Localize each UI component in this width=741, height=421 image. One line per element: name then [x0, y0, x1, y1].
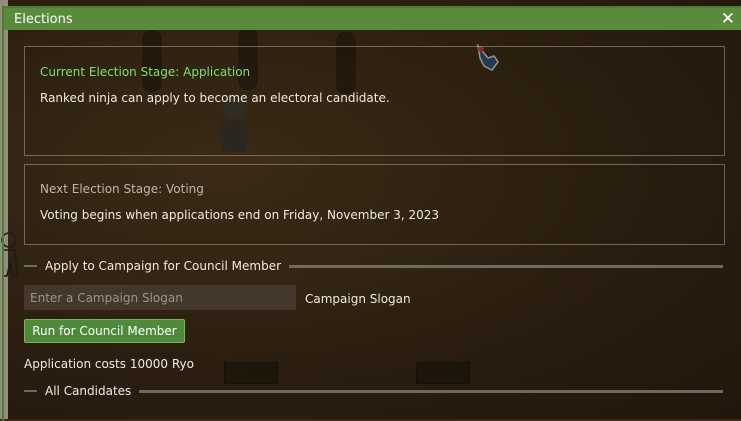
current-stage-heading: Current Election Stage: Application	[40, 65, 251, 79]
apply-heading-text: Apply to Campaign for Council Member	[45, 259, 282, 273]
campaign-slogan-input[interactable]	[24, 285, 296, 310]
application-cost-text: Application costs 10000 Ryo	[24, 357, 194, 371]
elections-window: Elections ✕ Current Election Stage: Appl…	[2, 6, 741, 421]
candidates-heading-text: All Candidates	[45, 384, 132, 398]
run-for-council-button[interactable]: Run for Council Member	[24, 319, 185, 343]
close-icon[interactable]: ✕	[721, 10, 735, 28]
heading-divider	[24, 390, 37, 392]
heading-divider	[24, 265, 37, 267]
heading-divider	[289, 264, 723, 268]
apply-section-heading: Apply to Campaign for Council Member	[24, 258, 723, 274]
current-stage-panel: Current Election Stage: Application Rank…	[24, 46, 725, 156]
next-stage-description: Voting begins when applications end on F…	[40, 208, 440, 222]
next-stage-heading: Next Election Stage: Voting	[40, 182, 204, 196]
candidates-section-heading: All Candidates	[24, 383, 723, 399]
campaign-slogan-label: Campaign Slogan	[305, 292, 411, 306]
window-title: Elections	[14, 11, 73, 27]
heading-divider	[139, 389, 723, 393]
window-title-bar[interactable]: Elections ✕	[4, 8, 741, 30]
next-stage-panel: Next Election Stage: Voting Voting begin…	[24, 164, 725, 245]
current-stage-description: Ranked ninja can apply to become an elec…	[40, 91, 390, 105]
